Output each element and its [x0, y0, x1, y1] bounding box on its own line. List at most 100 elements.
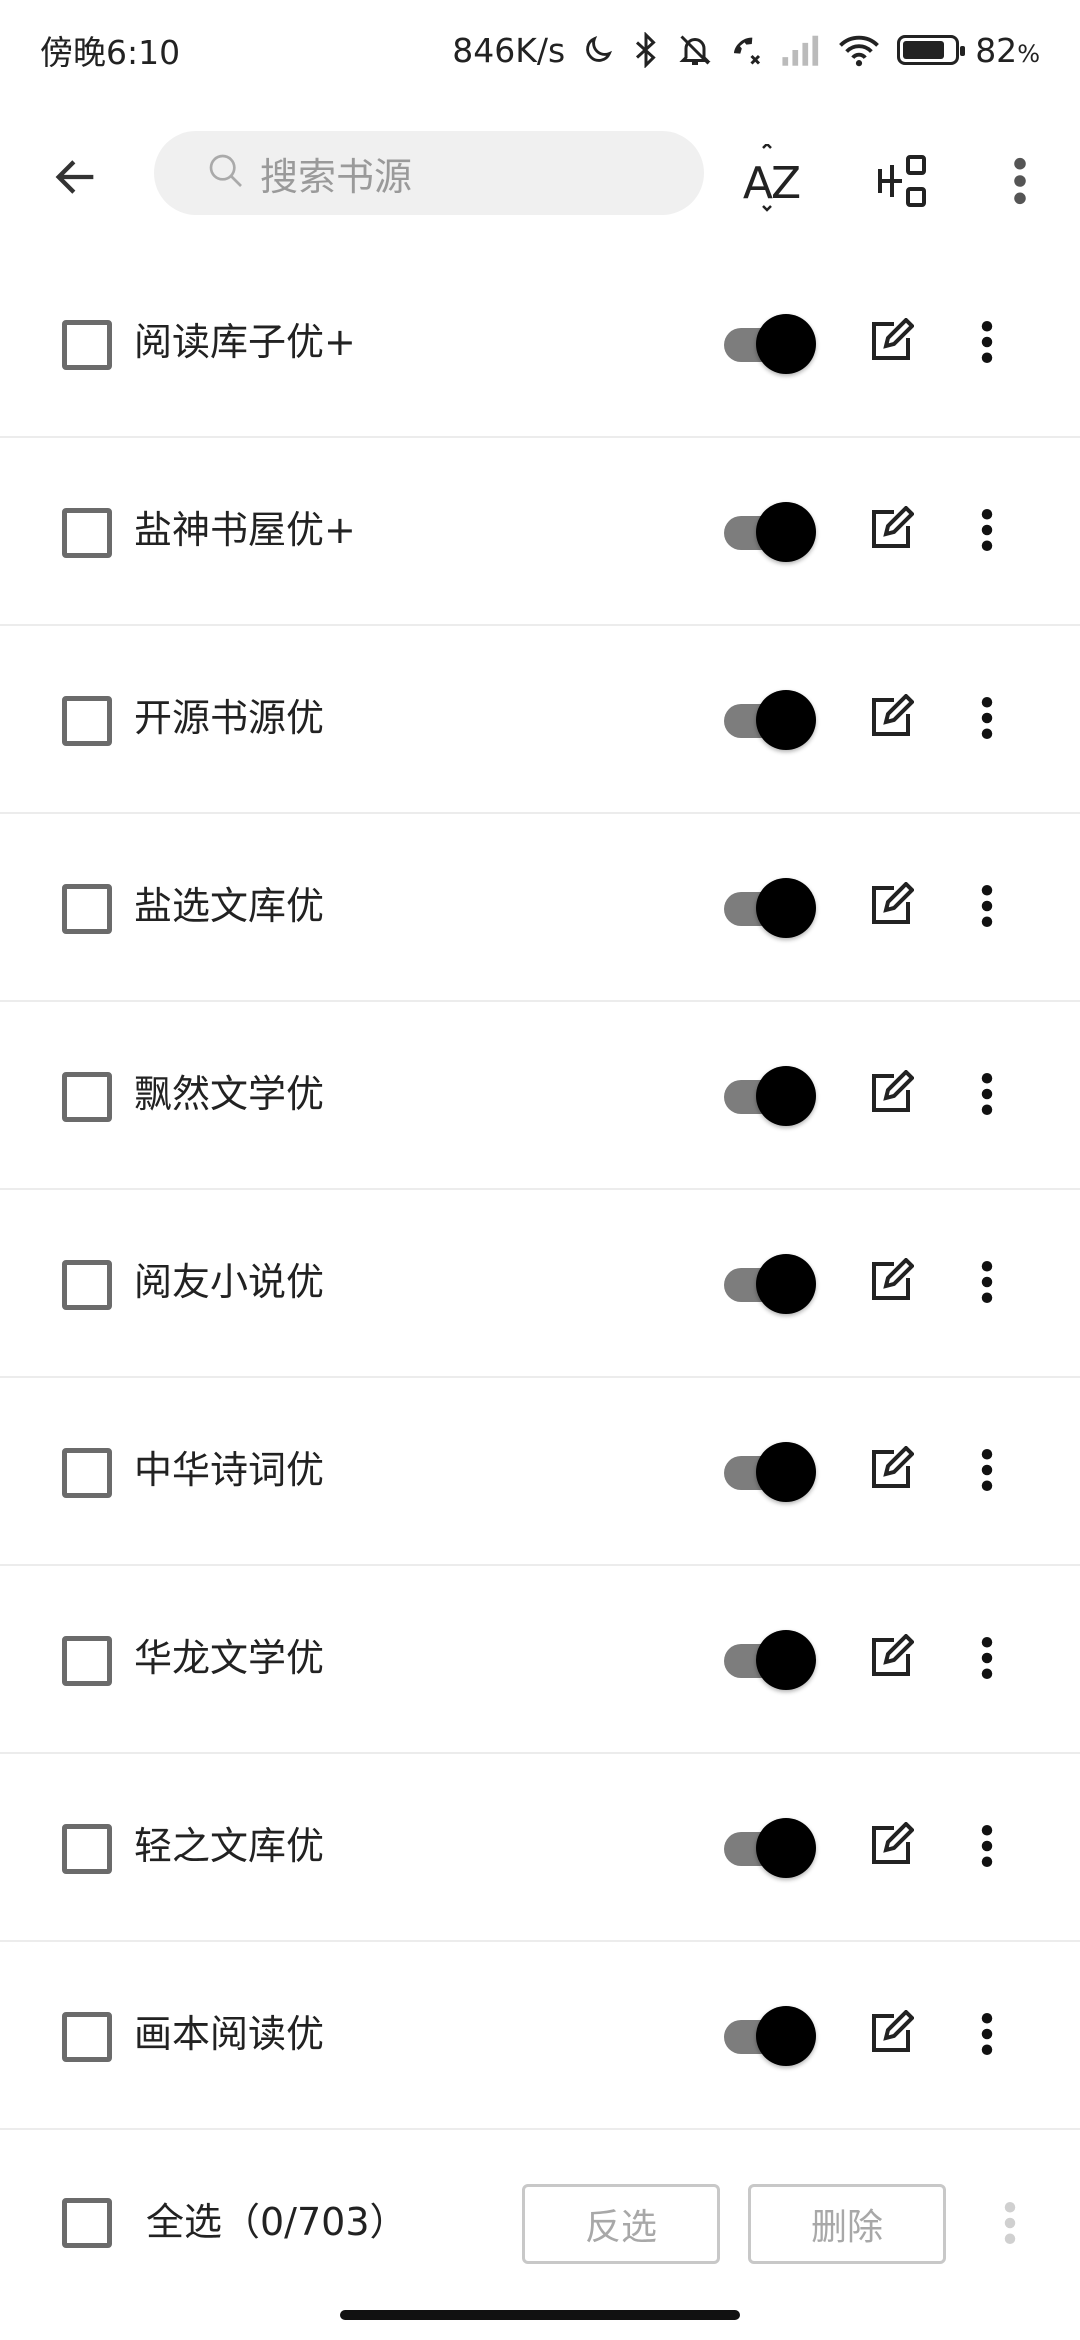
invert-selection-button[interactable]: 反选: [522, 2184, 720, 2264]
enable-switch[interactable]: [722, 688, 816, 752]
list-item[interactable]: 轻之文库优: [0, 1754, 1080, 1942]
edit-icon: [866, 2009, 915, 2062]
edit-icon: [866, 505, 915, 558]
row-checkbox[interactable]: [62, 508, 112, 558]
edit-button[interactable]: [858, 500, 922, 564]
row-more-button[interactable]: [955, 500, 1019, 564]
more-vert-icon: [980, 1635, 994, 1685]
group-button[interactable]: [862, 143, 942, 223]
bottom-bar: 全选（0/703） 反选 删除: [0, 2140, 1080, 2310]
row-more-button[interactable]: [955, 1628, 1019, 1692]
row-checkbox[interactable]: [62, 1824, 112, 1874]
enable-switch[interactable]: [722, 1440, 816, 1504]
edit-icon: [866, 881, 915, 934]
switch-thumb: [756, 1254, 816, 1314]
more-vert-icon: [980, 1823, 994, 1873]
status-bar: 傍晚6:10 846K/s 82%: [0, 0, 1080, 100]
enable-switch[interactable]: [722, 1252, 816, 1316]
list-item[interactable]: 盐选文库优: [0, 814, 1080, 1002]
edit-icon: [866, 693, 915, 746]
status-time: 傍晚6:10: [40, 33, 181, 72]
battery-outline: [897, 35, 966, 65]
row-checkbox[interactable]: [62, 1448, 112, 1498]
search-input[interactable]: 搜索书源: [154, 131, 704, 215]
edit-button[interactable]: [858, 876, 922, 940]
select-all-checkbox[interactable]: [62, 2198, 112, 2248]
edit-button[interactable]: [858, 1816, 922, 1880]
source-name: 画本阅读优: [134, 2012, 325, 2056]
source-name: 盐选文库优: [134, 884, 325, 928]
enable-switch[interactable]: [722, 1628, 816, 1692]
enable-switch[interactable]: [722, 876, 816, 940]
row-more-button[interactable]: [955, 876, 1019, 940]
search-placeholder: 搜索书源: [260, 154, 413, 199]
switch-thumb: [756, 314, 816, 374]
sort-button[interactable]: AZ: [731, 143, 811, 223]
row-checkbox[interactable]: [62, 1260, 112, 1310]
source-name: 华龙文学优: [134, 1636, 325, 1680]
toolbar: 搜索书源 AZ: [0, 115, 1080, 235]
list-item[interactable]: 开源书源优: [0, 626, 1080, 814]
more-vert-icon: [980, 319, 994, 369]
select-all-label[interactable]: 全选（0/703）: [146, 2192, 408, 2252]
home-indicator[interactable]: [340, 2310, 740, 2320]
battery-icon: [897, 35, 966, 65]
battery-percent: 82%: [975, 30, 1040, 70]
row-checkbox[interactable]: [62, 1072, 112, 1122]
edit-button[interactable]: [858, 1064, 922, 1128]
row-checkbox[interactable]: [62, 696, 112, 746]
source-name: 阅读库子优+: [134, 320, 356, 364]
row-checkbox[interactable]: [62, 320, 112, 370]
edit-icon: [866, 1257, 915, 1310]
list-item[interactable]: 阅读库子优+: [0, 250, 1080, 438]
source-name: 飘然文学优: [134, 1072, 325, 1116]
row-more-button[interactable]: [955, 688, 1019, 752]
more-vert-icon: [980, 1259, 994, 1309]
source-name: 盐神书屋优+: [134, 508, 356, 552]
switch-thumb: [756, 2006, 816, 2066]
edit-icon: [866, 1445, 915, 1498]
row-checkbox[interactable]: [62, 2012, 112, 2062]
list-item[interactable]: 中华诗词优: [0, 1378, 1080, 1566]
list-item[interactable]: 画本阅读优: [0, 1942, 1080, 2130]
switch-thumb: [756, 878, 816, 938]
switch-thumb: [756, 1630, 816, 1690]
row-more-button[interactable]: [955, 1816, 1019, 1880]
enable-switch[interactable]: [722, 2004, 816, 2068]
group-icon: [874, 153, 930, 213]
source-list: 阅读库子优+ 盐神书屋优+ 开源书源优 盐选文库优 飘然文学优 阅友小说优 中华…: [0, 250, 1080, 2130]
bottom-more-button[interactable]: [990, 2190, 1030, 2260]
row-checkbox[interactable]: [62, 1636, 112, 1686]
sort-az-icon: AZ: [743, 143, 801, 212]
list-item[interactable]: 阅友小说优: [0, 1190, 1080, 1378]
row-more-button[interactable]: [955, 1252, 1019, 1316]
source-name: 阅友小说优: [134, 1260, 325, 1304]
wifi-icon: [837, 33, 881, 67]
more-menu-button[interactable]: [980, 143, 1060, 223]
enable-switch[interactable]: [722, 1064, 816, 1128]
edit-button[interactable]: [858, 312, 922, 376]
edit-button[interactable]: [858, 1440, 922, 1504]
edit-button[interactable]: [858, 1252, 922, 1316]
enable-switch[interactable]: [722, 312, 816, 376]
list-item[interactable]: 盐神书屋优+: [0, 438, 1080, 626]
edit-button[interactable]: [858, 1628, 922, 1692]
list-item[interactable]: 飘然文学优: [0, 1002, 1080, 1190]
enable-switch[interactable]: [722, 1816, 816, 1880]
row-checkbox[interactable]: [62, 884, 112, 934]
edit-icon: [866, 1633, 915, 1686]
status-right: 846K/s 82%: [452, 31, 1040, 70]
row-more-button[interactable]: [955, 2004, 1019, 2068]
delete-button[interactable]: 删除: [748, 2184, 946, 2264]
edit-button[interactable]: [858, 688, 922, 752]
row-more-button[interactable]: [955, 1440, 1019, 1504]
enable-switch[interactable]: [722, 500, 816, 564]
edit-button[interactable]: [858, 2004, 922, 2068]
row-more-button[interactable]: [955, 1064, 1019, 1128]
moon-icon: [581, 33, 615, 67]
row-more-button[interactable]: [955, 312, 1019, 376]
list-item[interactable]: 华龙文学优: [0, 1566, 1080, 1754]
back-button[interactable]: [40, 143, 112, 215]
source-name: 中华诗词优: [134, 1448, 325, 1492]
search-icon: [206, 151, 246, 195]
